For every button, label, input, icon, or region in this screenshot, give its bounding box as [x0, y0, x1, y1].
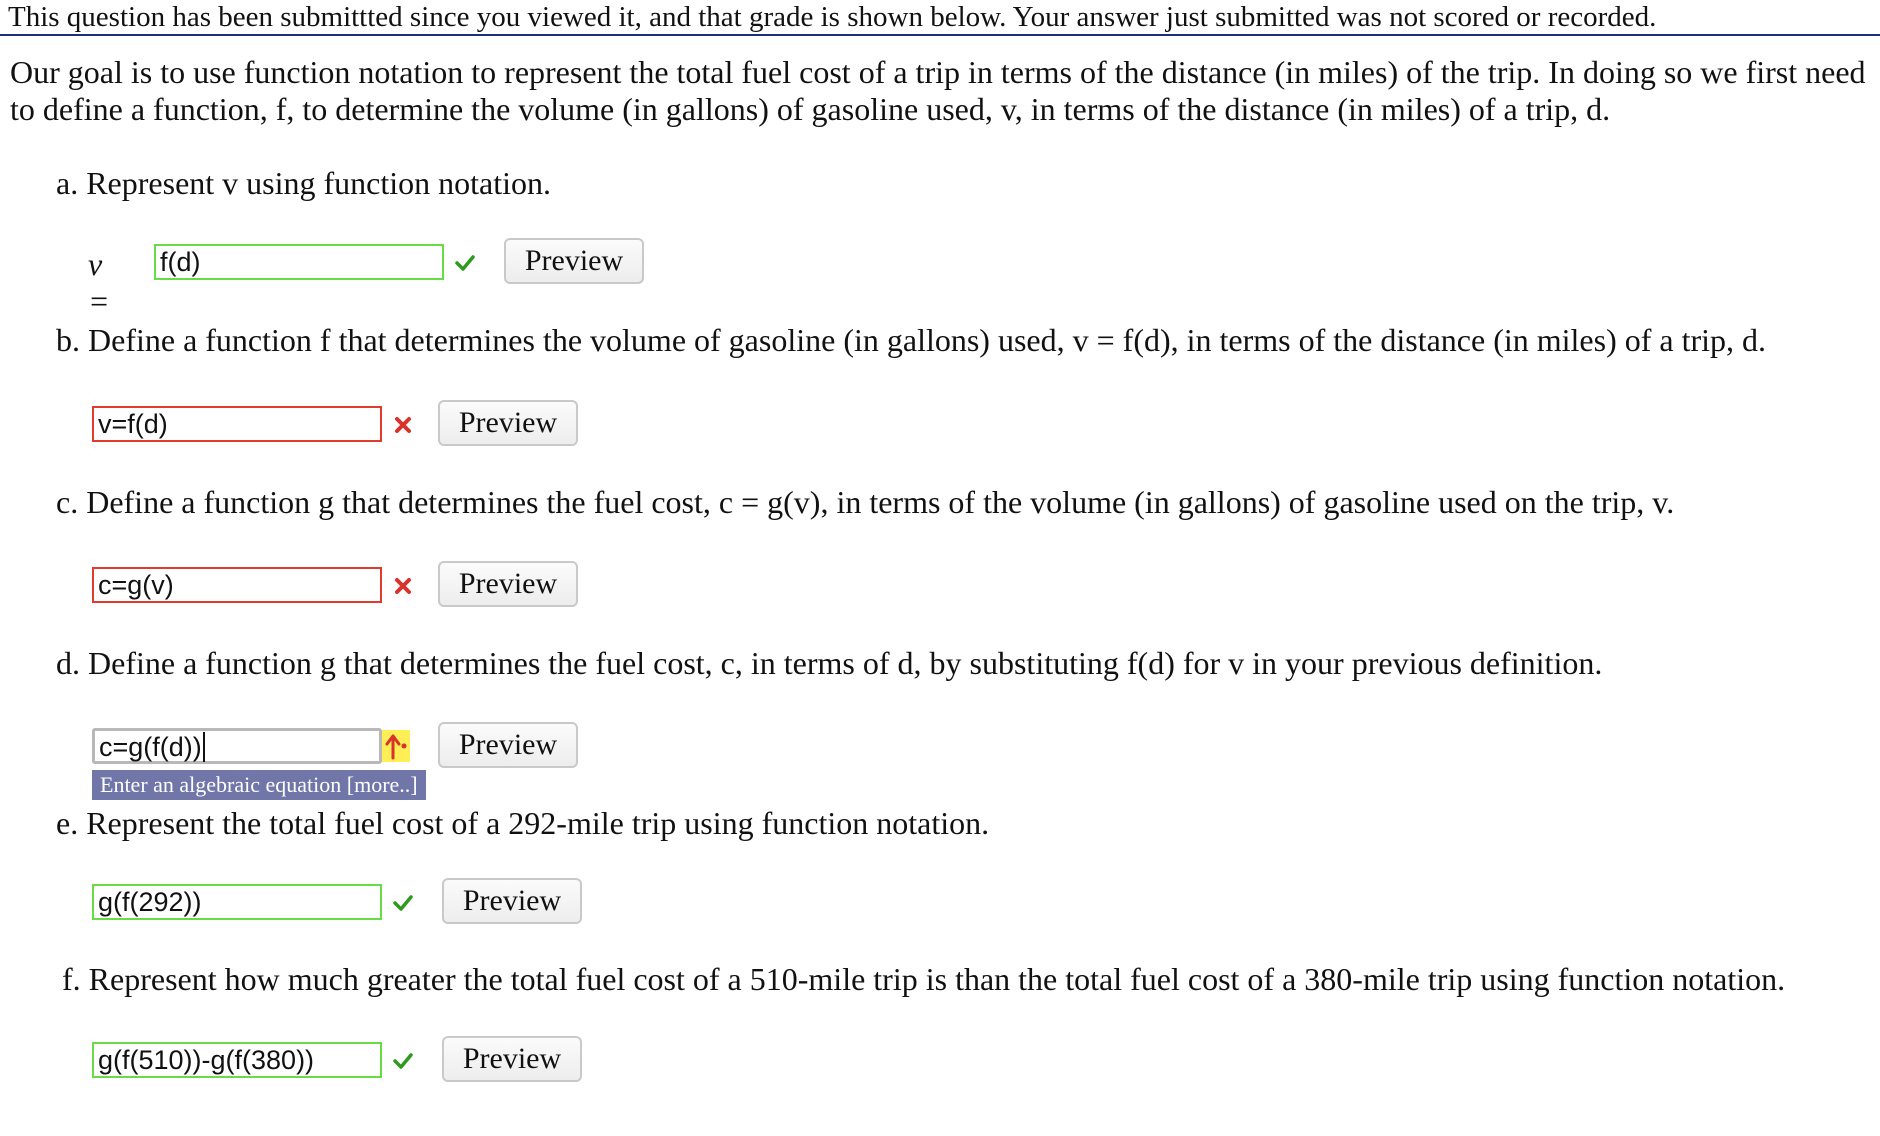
answer-field-e[interactable]: g(f(292)) — [92, 884, 382, 920]
answer-field-a[interactable]: f(d) — [154, 244, 444, 280]
answer-field-b[interactable]: v=f(d) — [92, 406, 382, 442]
text-cursor — [202, 732, 205, 762]
preview-button-c[interactable]: Preview — [438, 561, 578, 607]
answer-field-d-value: c=g(f(d)) — [99, 732, 202, 762]
question-a: a. Represent v using function notation. — [56, 165, 552, 201]
input-hint-tooltip: Enter an algebraic equation [more..] — [92, 770, 426, 800]
hint-text: Enter an algebraic equation — [100, 772, 342, 797]
hint-more-link[interactable]: [more..] — [347, 772, 418, 797]
checkmark-icon — [392, 892, 414, 914]
question-e: e. Represent the total fuel cost of a 29… — [56, 805, 990, 841]
x-mark-icon — [392, 575, 414, 597]
answer-hint-icon[interactable] — [382, 730, 410, 762]
x-mark-icon — [392, 414, 414, 436]
problem-statement: Our goal is to use function notation to … — [10, 54, 1866, 127]
question-c: c. Define a function g that determines t… — [56, 484, 1675, 520]
submission-notice: This question has been submittted since … — [0, 0, 1880, 36]
question-b: b. Define a function f that determines t… — [56, 322, 1767, 358]
preview-button-b[interactable]: Preview — [438, 400, 578, 446]
checkmark-icon — [392, 1050, 414, 1072]
preview-button-d[interactable]: Preview — [438, 722, 578, 768]
preview-button-e[interactable]: Preview — [442, 878, 582, 924]
preview-button-a[interactable]: Preview — [504, 238, 644, 284]
answer-field-d[interactable]: c=g(f(d)) — [92, 728, 382, 764]
preview-button-f[interactable]: Preview — [442, 1036, 582, 1082]
answer-prefix-a: v = — [88, 246, 110, 319]
answer-field-c[interactable]: c=g(v) — [92, 567, 382, 603]
question-d: d. Define a function g that determines t… — [56, 645, 1603, 681]
answer-field-f[interactable]: g(f(510))-g(f(380)) — [92, 1042, 382, 1078]
checkmark-icon — [454, 252, 476, 274]
question-f: f. Represent how much greater the total … — [62, 961, 1786, 997]
